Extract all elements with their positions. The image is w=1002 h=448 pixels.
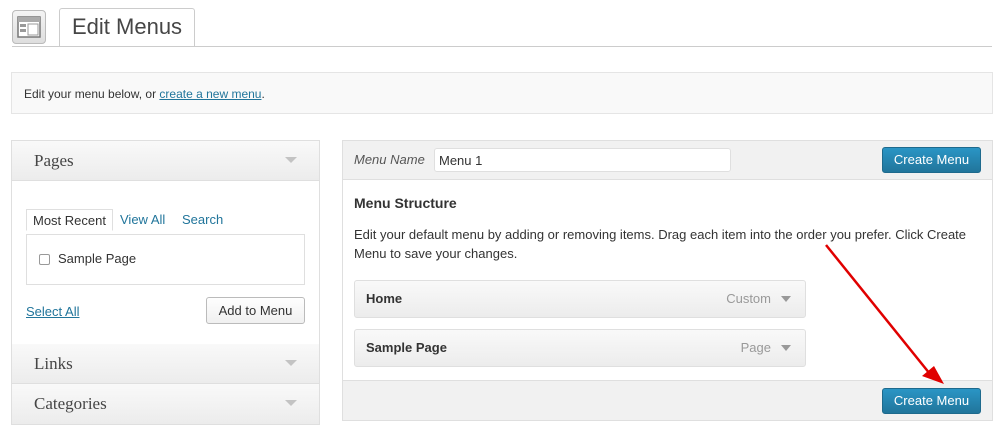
page-title: Edit Menus [59,8,196,46]
collapse-arrow-icon [285,157,297,163]
select-all-link[interactable]: Select All [26,304,79,319]
categories-section-title: Categories [34,394,107,413]
pages-section-body: Most Recent View All Search Sample Page … [12,181,319,344]
menus-layout-icon [12,10,46,44]
menu-header-bar: Menu Name Create Menu [343,141,992,180]
header-divider [12,46,992,47]
add-menu-items-panel: Pages Most Recent View All Search Sample… [11,140,320,425]
menu-item-type: Custom [726,291,771,306]
menu-footer-bar: Create Menu [343,380,992,420]
expand-arrow-icon [285,400,297,406]
categories-section-header[interactable]: Categories [12,384,319,424]
pages-section-title: Pages [34,151,74,170]
menu-name-label: Menu Name [354,152,425,167]
intro-text: Edit your menu below, or [24,87,160,101]
menu-item-title: Sample Page [366,340,447,355]
checkbox-label: Sample Page [58,251,137,266]
tab-search[interactable]: Search [182,209,223,231]
create-menu-button-bottom[interactable]: Create Menu [882,388,981,414]
menu-item-title: Home [366,291,403,306]
menu-structure-description: Edit your default menu by adding or remo… [354,227,967,261]
menu-item-type: Page [740,340,771,355]
menu-item-sample-page[interactable]: Sample Page Page [354,329,806,367]
dropdown-arrow-icon[interactable] [781,345,791,351]
links-section-title: Links [34,354,73,373]
create-new-menu-link[interactable]: create a new menu [159,87,261,101]
create-menu-button-top[interactable]: Create Menu [882,147,981,173]
menu-structure-title: Menu Structure [354,195,457,211]
pages-section-header[interactable]: Pages [12,141,319,181]
most-recent-panel: Sample Page [26,234,305,285]
intro-notice: Edit your menu below, or create a new me… [11,72,993,114]
dropdown-arrow-icon[interactable] [781,296,791,302]
intro-text-end: . [261,87,265,101]
links-section-header[interactable]: Links [12,344,319,384]
menu-item-home[interactable]: Home Custom [354,280,806,318]
tab-most-recent[interactable]: Most Recent [26,209,113,231]
menu-edit-panel: Menu Name Create Menu Menu Structure Edi… [342,140,993,421]
tab-view-all[interactable]: View All [120,209,165,231]
sample-page-checkbox[interactable] [39,254,50,265]
menu-name-input[interactable] [434,148,731,172]
expand-arrow-icon [285,360,297,366]
add-to-menu-button[interactable]: Add to Menu [206,297,305,324]
